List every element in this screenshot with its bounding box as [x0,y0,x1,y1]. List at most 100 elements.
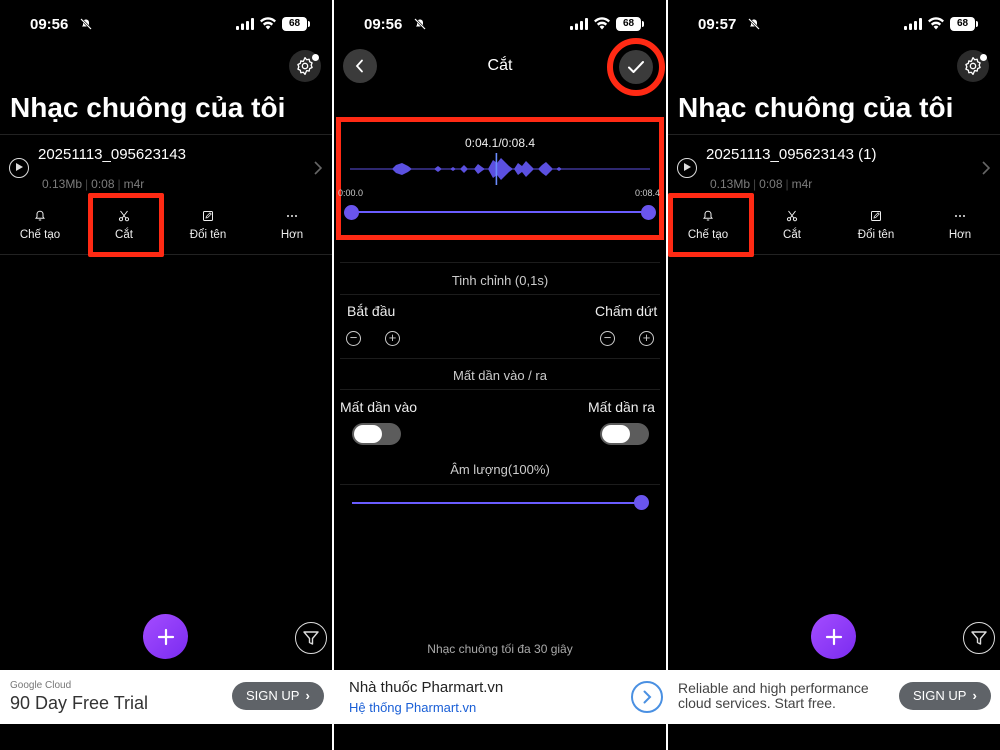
filter-button[interactable] [963,622,995,654]
create-highlight-box [668,193,754,257]
file-size: 0.13Mb [42,177,83,191]
trim-range-track[interactable] [351,211,648,213]
divider [340,358,660,359]
bell-icon [35,210,45,221]
clock: 09:56 [30,16,69,33]
notification-dot [980,54,987,61]
silent-bell-icon [748,18,760,30]
more-icon [955,215,965,217]
waveform[interactable] [350,152,650,186]
clock: 09:57 [698,16,737,33]
filter-button[interactable] [295,622,327,654]
ad-banner-cloud-services[interactable]: Reliable and high performance cloud serv… [668,670,1000,724]
screen-cut-editor: 09:56 68 Cắt 0:04.1/0:08.4 0:00.0 0:08.4… [334,0,666,750]
trim-start-handle[interactable] [344,205,359,220]
screen-ringtone-list-1: 09:56 68 Nhạc chuông của tôi 20251113_09… [0,0,332,750]
status-bar: 09:56 68 [0,0,332,50]
battery-indicator: 68 [616,17,644,31]
toggle-knob [354,425,382,443]
action-label: Cắt [783,229,801,241]
filter-icon [303,631,319,645]
settings-button[interactable] [289,50,321,82]
fade-in-toggle[interactable] [352,423,401,445]
wifi-icon [928,17,944,30]
end-increase-button[interactable]: + [639,331,654,346]
ringtone-file-meta: 0.13Mb | 0:08 | m4r [710,177,813,191]
toggle-knob [602,425,630,443]
more-icon [287,215,297,217]
filter-icon [971,631,987,645]
ad-signup-button[interactable]: SIGN UP › [899,682,991,710]
ad-headline: 90 Day Free Trial [10,693,149,713]
plus-icon [825,628,842,645]
chevron-right-icon[interactable] [982,161,990,175]
ad-text-line-2: cloud services. Start free. [678,695,836,711]
screen-ringtone-list-2: 09:57 68 Nhạc chuông của tôi 20251113_09… [668,0,1000,750]
start-label: Bắt đầu [347,303,396,319]
ringtone-file-name[interactable]: 20251113_095623143 (1) [706,146,876,163]
play-button[interactable] [677,158,697,178]
end-decrease-button[interactable]: − [600,331,615,346]
action-label: Đổi tên [189,229,227,241]
volume-slider[interactable] [352,502,642,504]
battery-indicator: 68 [950,17,978,31]
rename-button[interactable]: Đổi tên [168,205,248,253]
action-label: Chế tạo [19,229,61,241]
trim-end-handle[interactable] [641,205,656,220]
volume-slider-handle[interactable] [634,495,649,510]
volume-label: Âm lượng(100%) [450,462,550,477]
fade-out-toggle[interactable] [600,423,649,445]
cell-signal-icon [570,18,588,30]
confirm-highlight-circle [607,38,665,96]
total-time: 0:08.4 [501,136,536,150]
ringtone-file-meta: 0.13Mb | 0:08 | m4r [42,177,145,191]
ad-cta-label: SIGN UP [246,688,300,703]
chevron-right-icon[interactable] [314,161,322,175]
rename-button[interactable]: Đổi tên [836,205,916,253]
add-ringtone-button[interactable] [143,614,188,659]
file-duration: 0:08 [91,177,115,191]
cell-signal-icon [904,18,922,30]
cell-signal-icon [236,18,254,30]
start-decrease-button[interactable]: − [346,331,361,346]
file-format: m4r [123,177,145,191]
plus-icon [157,628,174,645]
ad-signup-button[interactable]: SIGN UP › [232,682,324,710]
action-label: Hơn [280,229,304,241]
action-label: Đổi tên [857,229,895,241]
wifi-icon [260,17,276,30]
file-format: m4r [791,177,813,191]
page-title: Nhạc chuông của tôi [10,92,286,123]
ad-open-button[interactable] [631,681,663,713]
range-end-time: 0:08.4 [635,188,661,198]
edit-icon [203,211,213,221]
chevron-right-icon [643,690,652,704]
fine-tune-label: Tinh chỉnh (0,1s) [451,273,549,288]
file-duration: 0:08 [759,177,783,191]
more-button[interactable]: Hơn [920,205,1000,253]
page-title: Nhạc chuông của tôi [678,92,954,123]
current-time: 0:04.1 [464,136,499,150]
fade-section-label: Mất dần vào / ra [453,368,547,383]
divider [340,389,660,390]
scissors-icon [786,210,798,222]
create-ringtone-button[interactable]: Chế tạo [0,205,80,253]
ringtone-file-name[interactable]: 20251113_095623143 [38,146,186,163]
end-label: Chấm dứt [595,303,658,319]
silent-bell-icon [80,18,92,30]
divider [0,134,332,135]
settings-button[interactable] [957,50,989,82]
file-size: 0.13Mb [710,177,751,191]
ad-banner-pharmart[interactable]: Nhà thuốc Pharmart.vn Hệ thống Pharmart.… [334,670,666,724]
play-button[interactable] [9,158,29,178]
cut-highlight-box [88,193,164,257]
edit-icon [871,211,881,221]
divider [340,262,660,263]
start-increase-button[interactable]: + [385,331,400,346]
ad-banner-google-cloud[interactable]: Google Cloud 90 Day Free Trial SIGN UP › [0,670,332,724]
more-button[interactable]: Hơn [252,205,332,253]
add-ringtone-button[interactable] [811,614,856,659]
cut-button[interactable]: Cắt [752,205,832,253]
divider [340,484,660,485]
range-start-time: 0:00.0 [338,188,364,198]
